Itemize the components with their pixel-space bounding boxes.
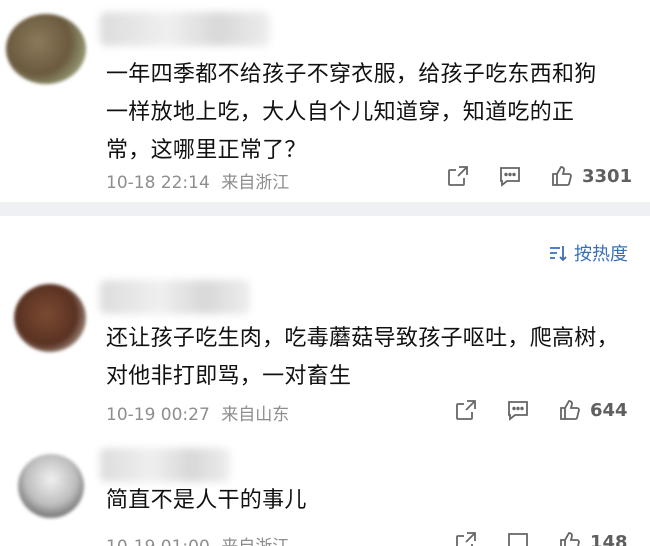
username-blurred[interactable] <box>100 280 250 314</box>
comment-icon[interactable] <box>498 164 522 188</box>
comment-location: 来自浙江 <box>221 173 290 193</box>
comment-text: 简直不是人干的事儿 <box>106 482 636 520</box>
like-count: 148 <box>590 531 628 546</box>
comment-text: 一年四季都不给孩子不穿衣服，给孩子吃东西和狗 一样放地上吃，大人自个儿知道穿，知… <box>106 56 636 170</box>
sort-icon <box>548 243 568 263</box>
comment-actions: 3301 <box>446 164 632 188</box>
like-count: 644 <box>590 399 628 421</box>
comment-meta: 10-18 22:14 来自浙江 <box>106 168 289 193</box>
avatar[interactable] <box>6 14 86 84</box>
share-icon[interactable] <box>446 164 470 188</box>
comment-icon[interactable] <box>506 530 530 546</box>
section-divider <box>0 202 650 216</box>
like-button[interactable]: 3301 <box>550 164 632 188</box>
comment-line: 对他非打即骂，一对畜生 <box>106 364 352 389</box>
avatar[interactable] <box>14 284 86 352</box>
comment-location: 来自浙江 <box>221 537 289 546</box>
comment-line: 还让孩子吃生肉，吃毒蘑菇导致孩子呕吐，爬高树， <box>106 326 619 351</box>
comment-icon[interactable] <box>506 398 530 422</box>
comment-time: 10-19 00:27 <box>106 405 210 425</box>
comment-actions: 644 <box>454 398 628 422</box>
like-button[interactable]: 148 <box>558 530 628 546</box>
like-count: 3301 <box>582 165 633 187</box>
thumbs-up-icon <box>550 164 574 188</box>
like-button[interactable]: 644 <box>558 398 628 422</box>
avatar[interactable] <box>18 454 84 518</box>
comment-actions: 148 <box>454 530 628 546</box>
sort-label: 按热度 <box>574 244 628 265</box>
comment-line: 一年四季都不给孩子不穿衣服，给孩子吃东西和狗 <box>106 62 597 87</box>
thumbs-up-icon <box>558 398 582 422</box>
share-icon[interactable] <box>454 530 478 546</box>
username-blurred[interactable] <box>100 448 230 482</box>
comment-line: 简直不是人干的事儿 <box>106 488 307 513</box>
comment-text: 还让孩子吃生肉，吃毒蘑菇导致孩子呕吐，爬高树， 对他非打即骂，一对畜生 <box>106 320 636 396</box>
comment-meta: 10-19 01:00 来自浙江 <box>106 532 289 546</box>
thumbs-up-icon <box>558 530 582 546</box>
comment-line: 一样放地上吃，大人自个儿知道穿，知道吃的正 <box>106 100 575 125</box>
username-blurred[interactable] <box>100 12 270 46</box>
share-icon[interactable] <box>454 398 478 422</box>
comment-time: 10-18 22:14 <box>106 173 210 193</box>
comment-time: 10-19 01:00 <box>106 537 210 546</box>
comment-meta: 10-19 00:27 来自山东 <box>106 400 289 425</box>
sort-toggle[interactable]: 按热度 <box>548 240 628 266</box>
comment-location: 来自山东 <box>221 405 290 425</box>
